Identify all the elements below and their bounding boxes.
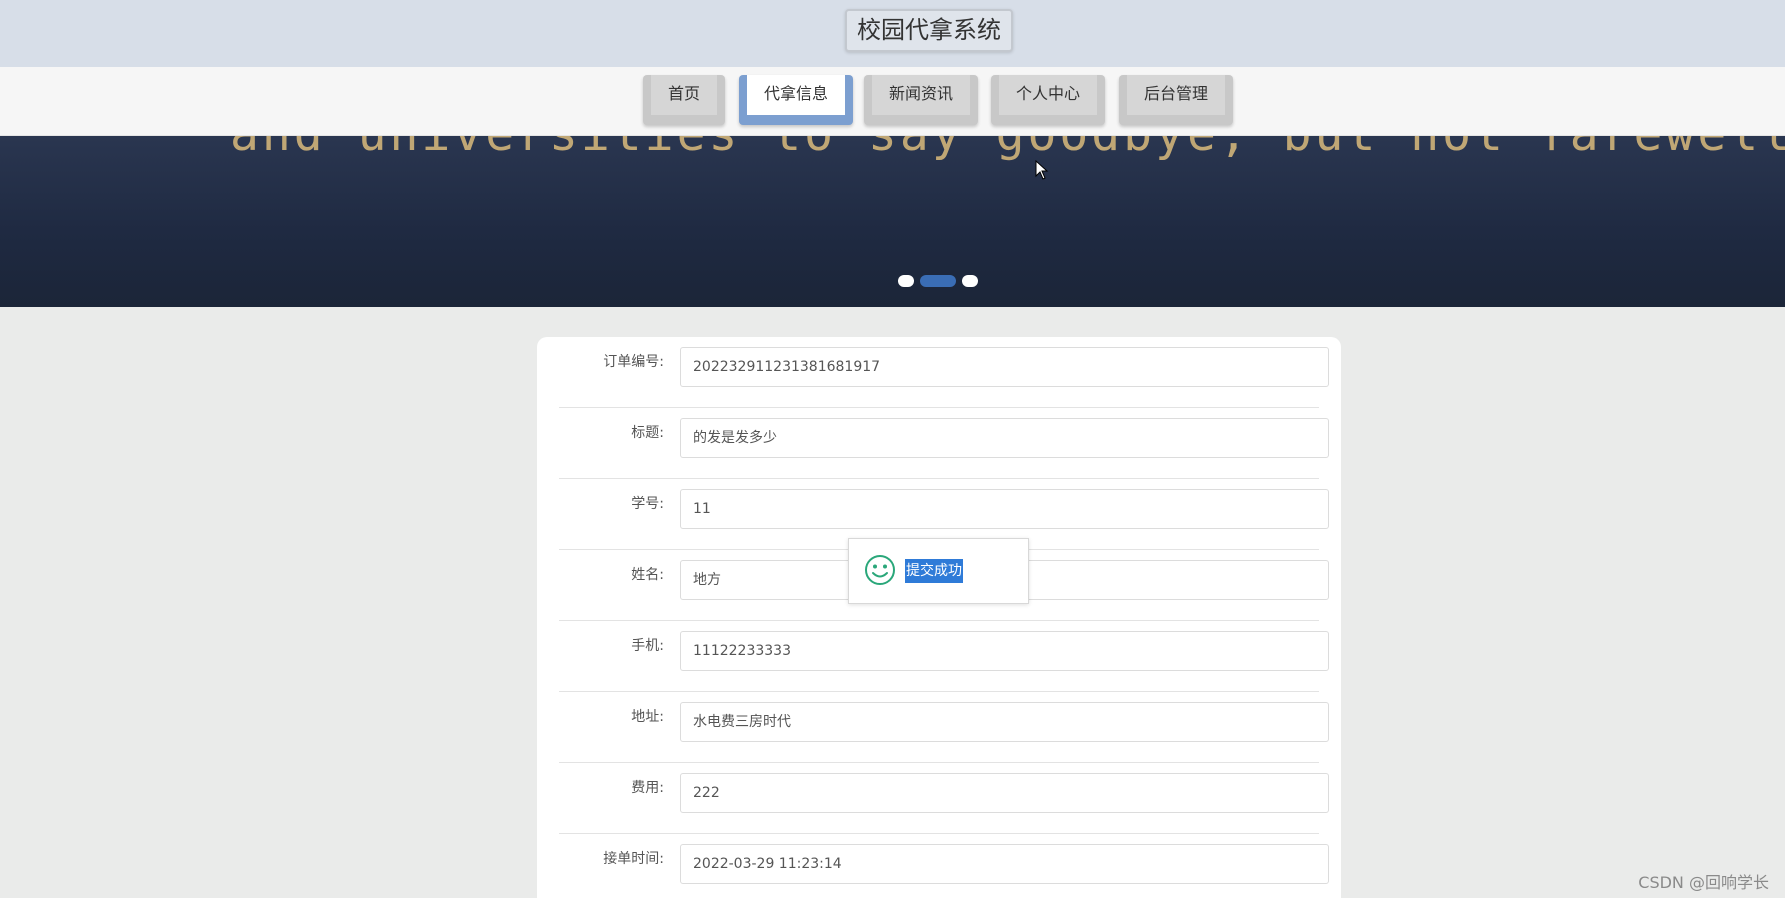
order-detail-form: 订单编号: 20223291123138168191​7 标题: 的发是发多少 … bbox=[537, 337, 1341, 898]
nav-personal-center-label: 个人中心 bbox=[999, 75, 1097, 115]
accept-time-label: 接单时间: bbox=[603, 851, 664, 867]
phone-label: 手机: bbox=[631, 638, 664, 654]
form-row-phone: 手机: 11122233333 bbox=[559, 621, 1329, 692]
site-header: 校园代拿系统 bbox=[0, 0, 1785, 67]
title-label: 标题: bbox=[631, 425, 664, 441]
form-row-title: 标题: 的发是发多少 bbox=[559, 408, 1329, 479]
nav-home-label: 首页 bbox=[651, 75, 717, 115]
watermark: CSDN @回响学长 bbox=[1638, 873, 1769, 892]
toast-message: 提交成功 bbox=[905, 559, 963, 583]
address-field[interactable]: 水电费三房时代 bbox=[680, 702, 1329, 742]
form-row-accept-time: 接单时间: 2022-03-29 11:23:14 bbox=[559, 834, 1329, 898]
nav-admin[interactable]: 后台管理 bbox=[1119, 75, 1233, 125]
smile-icon bbox=[865, 555, 895, 585]
form-row-fee: 费用: 222 bbox=[559, 763, 1329, 834]
name-label: 姓名: bbox=[631, 567, 664, 583]
nav-errand-info-label: 代拿信息 bbox=[747, 75, 845, 115]
nav-personal-center[interactable]: 个人中心 bbox=[991, 75, 1105, 125]
nav-errand-info[interactable]: 代拿信息 bbox=[739, 75, 853, 125]
form-row-order-number: 订单编号: 20223291123138168191​7 bbox=[559, 337, 1329, 408]
main-nav: 首页 代拿信息 新闻资讯 个人中心 后台管理 bbox=[0, 67, 1785, 136]
accept-time-field[interactable]: 2022-03-29 11:23:14 bbox=[680, 844, 1329, 884]
success-toast: 提交成功 bbox=[848, 538, 1029, 604]
student-id-field[interactable]: 11 bbox=[680, 489, 1329, 529]
mouse-cursor-icon bbox=[1035, 160, 1049, 180]
fee-field[interactable]: 222 bbox=[680, 773, 1329, 813]
carousel-dot-1[interactable] bbox=[898, 275, 914, 287]
carousel-dot-2[interactable] bbox=[920, 275, 956, 287]
form-row-address: 地址: 水电费三房时代 bbox=[559, 692, 1329, 763]
nav-admin-label: 后台管理 bbox=[1127, 75, 1225, 115]
fee-label: 费用: bbox=[631, 780, 664, 796]
title-field[interactable]: 的发是发多少 bbox=[680, 418, 1329, 458]
order-number-label: 订单编号: bbox=[603, 354, 664, 370]
site-title: 校园代拿系统 bbox=[845, 9, 1013, 52]
carousel-dot-3[interactable] bbox=[962, 275, 978, 287]
phone-field[interactable]: 11122233333 bbox=[680, 631, 1329, 671]
nav-news[interactable]: 新闻资讯 bbox=[864, 75, 978, 125]
banner-carousel: and universities to say goodbye, but not… bbox=[0, 136, 1785, 307]
student-id-label: 学号: bbox=[631, 496, 664, 512]
nav-news-label: 新闻资讯 bbox=[872, 75, 970, 115]
order-number-field[interactable]: 20223291123138168191​7 bbox=[680, 347, 1329, 387]
nav-home[interactable]: 首页 bbox=[643, 75, 725, 125]
address-label: 地址: bbox=[631, 709, 664, 725]
banner-slogan: and universities to say goodbye, but not… bbox=[230, 136, 1785, 162]
